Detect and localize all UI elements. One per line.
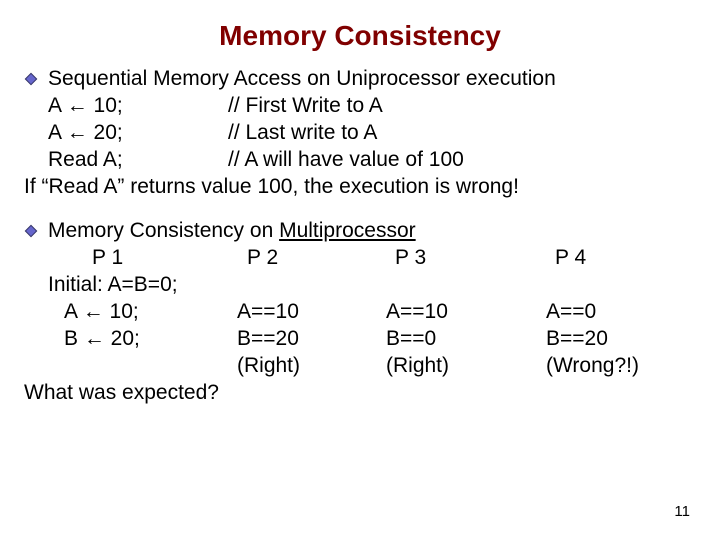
col-p2: P 2	[247, 245, 395, 272]
col-p1: P 1	[48, 245, 247, 272]
sec1-l1-val: 10;	[88, 94, 123, 117]
diamond-bullet-icon	[24, 72, 42, 90]
sec2-r2-p4: B==20	[546, 326, 646, 353]
sec1-l3-comment: // A will have value of 100	[228, 147, 696, 174]
sec1-l2-val: 20;	[88, 121, 123, 144]
col-p3: P 3	[395, 245, 555, 272]
left-arrow-icon: ←	[83, 300, 104, 323]
left-arrow-icon: ←	[67, 121, 88, 144]
sec2-r1-p3: A==10	[386, 299, 546, 326]
sec2-r1-p4: A==0	[546, 299, 646, 326]
left-arrow-icon: ←	[67, 94, 88, 117]
sec2-r2-p3: B==0	[386, 326, 546, 353]
page-number: 11	[674, 503, 690, 520]
sec2-r2-p2: B==20	[237, 326, 386, 353]
left-arrow-icon: ←	[84, 327, 105, 350]
sec1-l1-comment: // First Write to A	[228, 93, 696, 120]
sec2-r1-var: A	[64, 300, 83, 323]
sec1-l3-stmt: Read A;	[48, 147, 228, 174]
diamond-bullet-icon	[24, 224, 42, 242]
sec2-r3-p3: (Right)	[386, 353, 546, 380]
sec2-r1-val: 10;	[104, 300, 139, 323]
sec1-l1-var: A	[48, 94, 67, 117]
sec2-r3-p2: (Right)	[237, 353, 386, 380]
section-multiprocessor: Memory Consistency on Multiprocessor P 1…	[24, 218, 696, 406]
sec2-footer: What was expected?	[24, 380, 696, 407]
sec2-r2-var: B	[64, 327, 84, 350]
sec2-r1-p2: A==10	[237, 299, 386, 326]
col-p4: P 4	[555, 245, 635, 272]
sec1-l2-var: A	[48, 121, 67, 144]
sec2-r2-val: 20;	[105, 327, 140, 350]
sec2-r3-p4: (Wrong?!)	[546, 353, 646, 380]
sec1-footer: If “Read A” returns value 100, the execu…	[24, 174, 696, 201]
slide-title: Memory Consistency	[24, 20, 696, 52]
sec2-init: Initial: A=B=0;	[48, 272, 696, 299]
section-uniprocessor: Sequential Memory Access on Uniprocessor…	[24, 66, 696, 200]
sec1-heading: Sequential Memory Access on Uniprocessor…	[48, 66, 696, 93]
slide: Memory Consistency Sequential Memory Acc…	[0, 0, 720, 540]
sec2-heading: Memory Consistency on Multiprocessor	[48, 218, 696, 245]
sec1-l2-comment: // Last write to A	[228, 120, 696, 147]
